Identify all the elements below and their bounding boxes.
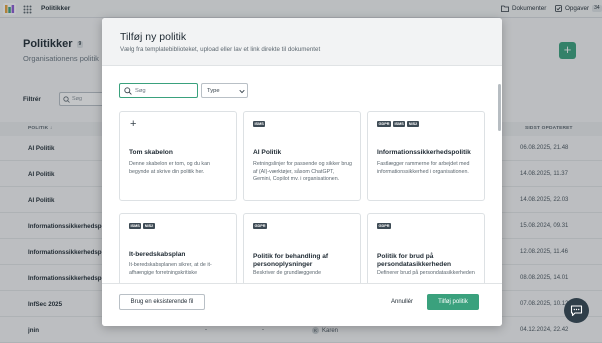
template-card-title: Tom skabelon [129, 149, 173, 156]
template-card-ai-policy[interactable]: ISMS AI Politik Retningslinjer for passe… [243, 111, 361, 201]
tag-nis2: NIS2 [407, 121, 419, 127]
tag-gdpr: GDPR [253, 223, 267, 229]
chat-icon [570, 305, 583, 317]
template-card-title: Informationssikkerhedspolitik [377, 149, 471, 156]
template-tags: ISMS NIS2 [129, 223, 155, 229]
template-search-input[interactable]: Søg [119, 83, 198, 98]
tag-isms: ISMS [253, 121, 266, 127]
dialog-scrollbar[interactable] [498, 84, 501, 131]
dialog-subtitle: Vælg fra templatebiblioteket, upload ell… [120, 46, 321, 53]
template-tags: GDPR [253, 223, 267, 229]
template-card-title: Politik for brud på persondatasikkerhede… [377, 253, 452, 268]
template-tags: ISMS [253, 121, 266, 127]
template-card-description: Denne skabelon er tom, og du kan begynde… [129, 161, 210, 175]
template-card-description: It-beredskabsplanen sikrer, at de it-afh… [129, 262, 212, 276]
tag-gdpr: GDPR [377, 223, 391, 229]
template-card-personal-data[interactable]: GDPR Politik for behandling af personopl… [243, 213, 361, 291]
tag-gdpr: GDPR [377, 121, 391, 127]
template-search-placeholder: Søg [135, 88, 146, 94]
cancel-button[interactable]: Annullér [387, 294, 417, 310]
template-card-description: Retningslinjer for passende og sikker br… [253, 161, 352, 183]
tag-nis2: NIS2 [143, 223, 155, 229]
template-card-description: Definerer brud på persondatasikkerheden [377, 270, 475, 276]
dialog-title: Tilføj ny politik [120, 31, 187, 43]
template-card-title: AI Politik [253, 149, 282, 156]
template-card-title: It-beredskabsplan [129, 251, 186, 258]
dialog-footer: Brug en eksisterende fil Annullér Tilføj… [102, 283, 502, 326]
template-card-description: Fastlægger rammerne for arbejdet med inf… [377, 161, 470, 175]
template-card-it-contingency[interactable]: ISMS NIS2 It-beredskabsplan It-beredskab… [119, 213, 237, 291]
template-card-title: Politik for behandling af personoplysnin… [253, 253, 329, 268]
search-icon [124, 87, 132, 95]
template-tags: GDPR ISMS NIS2 [377, 121, 419, 127]
add-policy-dialog: Tilføj ny politik Vælg fra templatebibli… [102, 18, 502, 326]
type-dropdown[interactable]: Type [201, 83, 248, 98]
dialog-header: Tilføj ny politik Vælg fra templatebibli… [102, 18, 502, 66]
template-card-description: Beskriver de grundlæggende [253, 270, 322, 276]
template-card-infosec-policy[interactable]: GDPR ISMS NIS2 Informationssikkerhedspol… [367, 111, 485, 201]
add-policy-submit-button[interactable]: Tilføj politik [427, 294, 479, 310]
chevron-down-icon [239, 89, 245, 94]
template-card-data-breach[interactable]: GDPR Politik for brud på persondatasikke… [367, 213, 485, 291]
tag-isms: ISMS [129, 223, 142, 229]
plus-icon: + [130, 118, 137, 130]
use-existing-file-button[interactable]: Brug en eksisterende fil [119, 294, 205, 310]
type-dropdown-label: Type [207, 88, 220, 94]
template-tags: GDPR [377, 223, 391, 229]
tag-isms: ISMS [392, 121, 406, 127]
chat-button[interactable] [564, 298, 589, 323]
template-card-blank[interactable]: + Tom skabelon Denne skabelon er tom, og… [119, 111, 237, 201]
